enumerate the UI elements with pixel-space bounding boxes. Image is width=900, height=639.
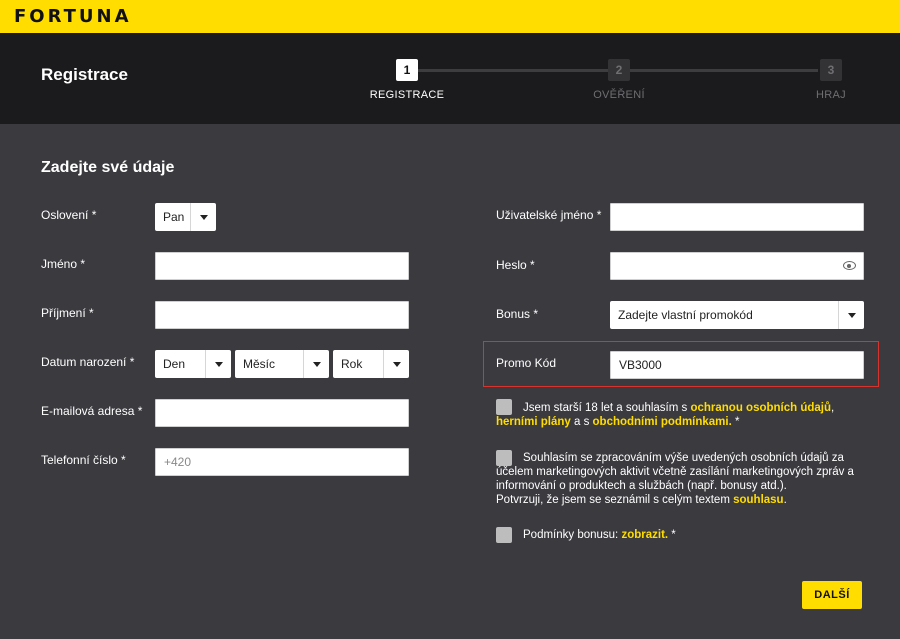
salutation-value: Pan (163, 210, 185, 224)
privacy-link[interactable]: ochranou osobních údajů (690, 402, 831, 414)
first-name-label: Jméno * (41, 257, 86, 271)
consent-text: * (731, 416, 740, 428)
bonus-select[interactable]: Zadejte vlastní promokód (610, 301, 864, 329)
consent-text: * (668, 529, 676, 541)
fortuna-logo[interactable]: FORTUNA (14, 6, 132, 27)
password-input[interactable] (610, 252, 864, 280)
next-button[interactable]: DALŠÍ (802, 581, 862, 609)
last-name-label: Příjmení * (41, 306, 94, 320)
consent-text: a s (570, 416, 593, 428)
terms-link[interactable]: obchodními podmínkami. (593, 416, 732, 428)
promo-label: Promo Kód (496, 356, 557, 370)
phone-input[interactable]: +420 (155, 448, 409, 476)
top-bar: FORTUNA (0, 0, 900, 33)
consent-text: , (831, 402, 835, 414)
eye-icon[interactable] (843, 261, 856, 270)
chevron-down-icon (190, 203, 216, 231)
step-number: 2 (608, 59, 630, 81)
form-title: Zadejte své údaje (41, 159, 175, 176)
password-label: Heslo * (496, 258, 535, 272)
step-label: REGISTRACE (369, 89, 445, 101)
consent-line: informování o produktech a službách (nap… (496, 480, 787, 492)
username-input[interactable] (610, 203, 864, 231)
salutation-select[interactable]: Pan (155, 203, 216, 231)
email-input[interactable] (155, 399, 409, 427)
chevron-down-icon (205, 350, 231, 378)
email-label: E-mailová adresa * (41, 404, 143, 418)
consent-text: . (783, 494, 787, 506)
bonus-value: Zadejte vlastní promokód (618, 308, 753, 322)
birth-year-select[interactable]: Rok (333, 350, 409, 378)
first-name-input[interactable] (155, 252, 409, 280)
step-number: 3 (820, 59, 842, 81)
bonus-label: Bonus * (496, 307, 539, 321)
consent-text: Podmínky bonusu: (523, 529, 622, 541)
birth-day-value: Den (163, 357, 186, 371)
consent-text: Potvrzuji, že jsem se seznámil s celým t… (496, 494, 734, 506)
birth-month-select[interactable]: Měsíc (235, 350, 329, 378)
step-label: OVĚŘENÍ (593, 89, 645, 101)
consent-text: Jsem starší 18 let a souhlasím s (523, 402, 691, 414)
bonus-terms-checkbox[interactable] (496, 527, 512, 543)
registration-header: Registrace 1 REGISTRACE 2 OVĚŘENÍ 3 HRAJ (0, 33, 900, 124)
game-plans-link[interactable]: herními plány (496, 416, 571, 428)
consent-link[interactable]: souhlasu (733, 494, 783, 506)
birth-year-value: Rok (341, 357, 363, 371)
birth-month-value: Měsíc (243, 357, 276, 371)
last-name-input[interactable] (155, 301, 409, 329)
chevron-down-icon (303, 350, 329, 378)
promo-input[interactable]: VB3000 (610, 351, 864, 379)
step-label: HRAJ (816, 89, 846, 101)
consent-line: účelem marketingových aktivit včetně zas… (496, 466, 854, 478)
marketing-consent-text: Souhlasím se zpracováním výše uvedených … (496, 451, 876, 507)
age-consent-text: Jsem starší 18 let a souhlasím s ochrano… (496, 401, 876, 429)
step-overeni: 2 OVĚŘENÍ (569, 59, 669, 101)
birth-day-select[interactable]: Den (155, 350, 231, 378)
birthdate-label: Datum narození * (41, 355, 135, 369)
step-hraj: 3 HRAJ (781, 59, 881, 101)
step-number: 1 (396, 59, 418, 81)
chevron-down-icon (838, 301, 864, 329)
consent-line: Souhlasím se zpracováním výše uvedených … (523, 452, 844, 464)
step-registrace: 1 REGISTRACE (357, 59, 457, 101)
page-title: Registrace (41, 65, 128, 84)
bonus-terms-text: Podmínky bonusu: zobrazit. * (523, 528, 863, 542)
salutation-label: Oslovení * (41, 208, 97, 222)
bonus-terms-link[interactable]: zobrazit. (621, 529, 668, 541)
chevron-down-icon (383, 350, 409, 378)
username-label: Uživatelské jméno * (496, 208, 602, 222)
phone-label: Telefonní číslo * (41, 453, 126, 467)
consent-line: Potvrzuji, že jsem se seznámil s celým t… (496, 493, 876, 507)
